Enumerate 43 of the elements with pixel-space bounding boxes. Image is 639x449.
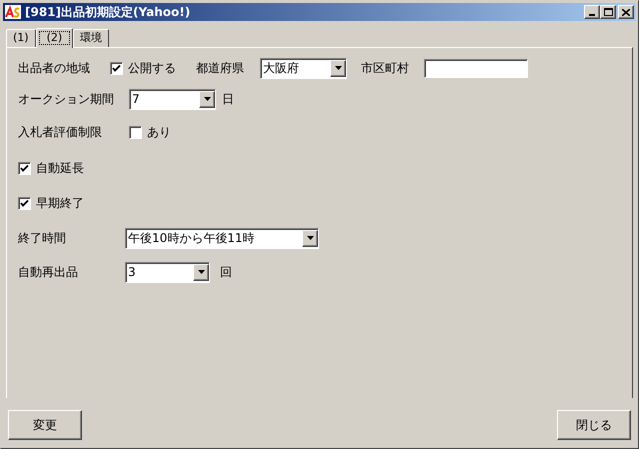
maximize-icon xyxy=(604,8,612,16)
app-logo-icon xyxy=(5,5,21,19)
relist-dropdown[interactable]: 3 xyxy=(125,262,210,282)
unit-label: 日 xyxy=(222,91,234,108)
minimize-icon xyxy=(589,14,595,16)
period-dropdown[interactable]: 7 xyxy=(129,88,216,110)
window-title: [981]出品初期設定(Yahoo!) xyxy=(25,4,190,21)
maximize-button[interactable] xyxy=(600,5,616,19)
checkbox-label: 自動延長 xyxy=(36,160,84,177)
unit-label: 回 xyxy=(220,264,232,281)
tab[interactable]: (2) xyxy=(36,28,74,48)
caret-down-icon xyxy=(204,97,210,101)
field-label: 自動再出品 xyxy=(18,264,79,281)
tab[interactable]: (1) xyxy=(6,29,36,47)
caret-down-icon xyxy=(198,270,204,274)
dialog-button[interactable]: 変更 xyxy=(8,410,82,440)
checkbox[interactable] xyxy=(18,162,31,174)
close-icon xyxy=(622,8,630,16)
dialog-button[interactable]: 閉じる xyxy=(557,410,631,440)
caret-down-icon xyxy=(306,236,314,240)
tab[interactable]: 環境 xyxy=(73,29,110,47)
field-label: オークション期間 xyxy=(18,91,115,108)
checkbox[interactable] xyxy=(18,196,31,210)
checkbox[interactable] xyxy=(129,126,142,138)
dropdown-button[interactable] xyxy=(199,90,215,108)
city-input-field[interactable] xyxy=(424,58,528,78)
checkbox-label: 公開する xyxy=(128,60,176,77)
prefecture-dropdown[interactable]: 大阪府 xyxy=(260,58,347,78)
caret-down-icon xyxy=(334,66,342,70)
field-label: 市区町村 xyxy=(361,60,410,77)
field-label: 出品者の地域 xyxy=(18,60,91,77)
field-label: 終了時間 xyxy=(18,230,67,247)
close-button[interactable] xyxy=(618,5,634,19)
checkbox-label: あり xyxy=(147,124,171,141)
dropdown-button[interactable] xyxy=(193,264,209,280)
field-label: 都道府県 xyxy=(196,60,245,77)
dropdown-button[interactable] xyxy=(302,230,318,246)
checkbox[interactable] xyxy=(110,62,123,74)
end-time-dropdown[interactable]: 午後10時から午後11時 xyxy=(125,228,319,248)
checkbox-label: 早期終了 xyxy=(36,195,84,212)
dropdown-button[interactable] xyxy=(330,60,346,76)
minimize-button[interactable] xyxy=(584,5,600,19)
field-label: 入札者評価制限 xyxy=(18,124,103,141)
